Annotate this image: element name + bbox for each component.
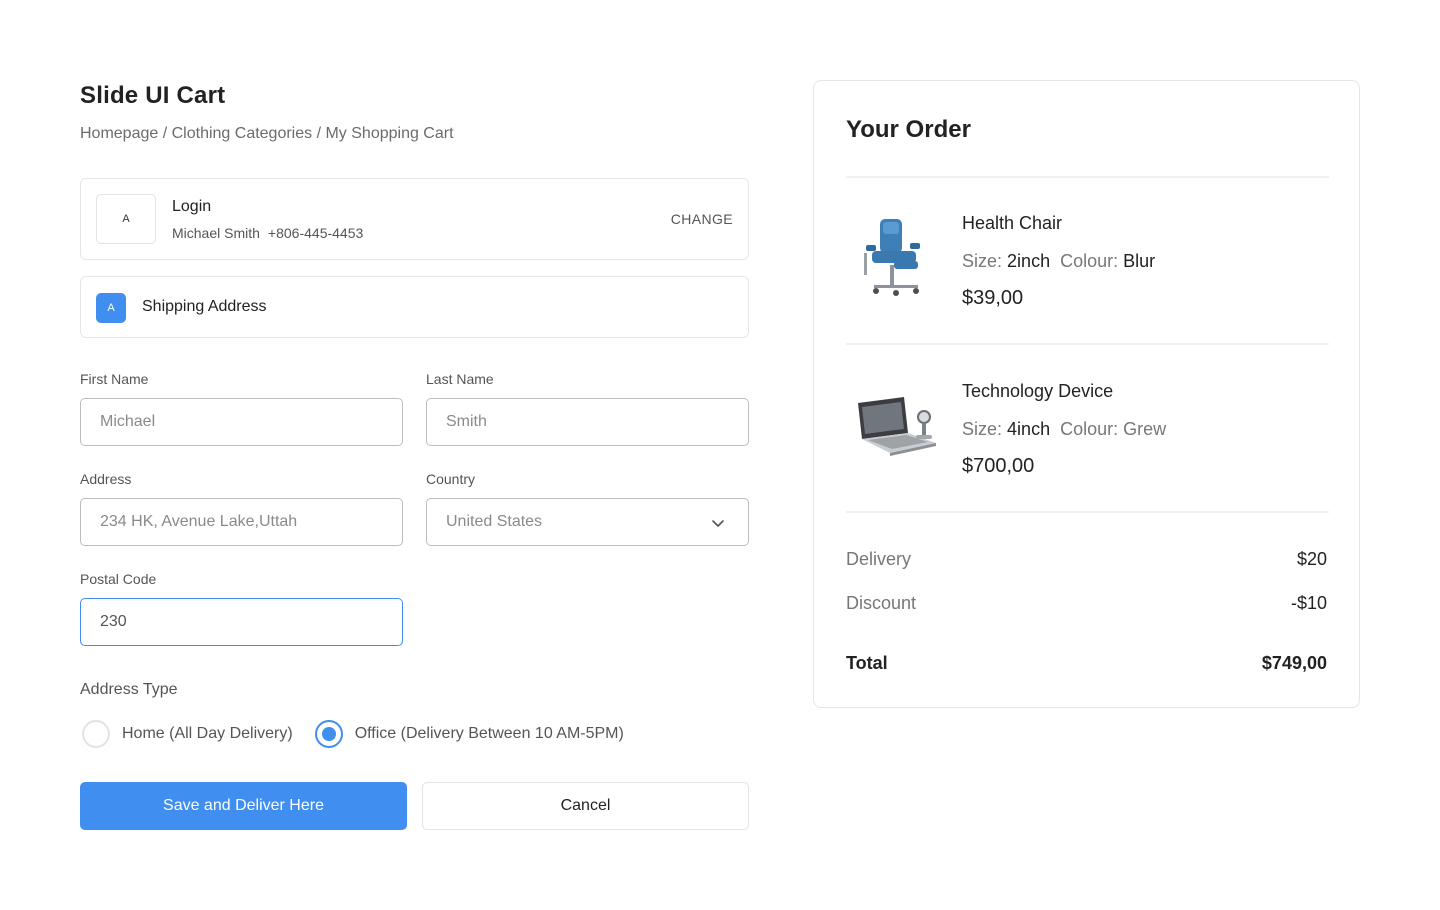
divider — [846, 343, 1329, 345]
breadcrumb: Homepage / Clothing Categories / My Shop… — [80, 125, 454, 142]
shipping-badge: A — [96, 293, 126, 323]
last-name-input[interactable] — [426, 398, 749, 446]
colour-label: Colour: — [1060, 419, 1119, 439]
size-label: Size: — [962, 419, 1003, 439]
size-label: Size: — [962, 251, 1003, 271]
cancel-button[interactable]: Cancel — [422, 782, 749, 830]
item-name: Technology Device — [962, 381, 1114, 401]
login-details: Michael Smith +806-445-4453 — [172, 225, 363, 241]
address-label: Address — [80, 471, 132, 487]
radio-home[interactable] — [82, 720, 110, 748]
first-name-label: First Name — [80, 371, 149, 387]
shipping-title: Shipping Address — [142, 298, 267, 315]
country-label: Country — [426, 471, 476, 487]
total-value: $749,00 — [1261, 653, 1327, 673]
total-label: Total — [846, 653, 888, 673]
page-title: Slide UI Cart — [80, 82, 226, 109]
change-button[interactable]: CHANGE — [671, 211, 733, 227]
country-value: United States — [446, 513, 543, 530]
order-summary-card: Your Order Health Chair Size: 2inch Colo… — [813, 80, 1360, 708]
chair-image — [864, 219, 920, 296]
radio-office[interactable] — [314, 720, 343, 748]
chevron-down-icon — [712, 520, 724, 527]
login-name: Michael Smith — [172, 225, 260, 241]
item-meta: Size: 4inch Colour: Grew — [962, 419, 1166, 440]
order-title: Your Order — [846, 116, 971, 143]
country-select[interactable]: United States — [426, 498, 749, 546]
address-input[interactable] — [80, 498, 403, 546]
device-image — [858, 397, 936, 456]
first-name-input[interactable] — [80, 398, 403, 446]
item-name: Health Chair — [962, 213, 1063, 233]
divider — [846, 511, 1329, 513]
colour-value: Blur — [1123, 251, 1156, 271]
colour-value: Grew — [1123, 419, 1167, 439]
login-title: Login — [172, 198, 212, 215]
shipping-address-card[interactable]: A Shipping Address — [80, 276, 749, 338]
colour-label: Colour: — [1060, 251, 1119, 271]
postal-code-input[interactable] — [80, 598, 403, 646]
item-price: $700,00 — [962, 455, 1035, 477]
last-name-label: Last Name — [426, 371, 494, 387]
login-card: A Login Michael Smith +806-445-4453 CHANG… — [80, 178, 749, 260]
radio-office-label[interactable]: Office (Delivery Between 10 AM-5PM) — [355, 725, 624, 743]
radio-home-label[interactable]: Home (All Day Delivery) — [122, 725, 293, 743]
item-meta: Size: 2inch Colour: Blur — [962, 251, 1155, 272]
size-value: 2inch — [1007, 251, 1051, 271]
address-type-options: Home (All Day Delivery) Office (Delivery… — [80, 720, 624, 748]
item-price: $39,00 — [962, 287, 1024, 309]
size-value: 4inch — [1007, 419, 1051, 439]
divider — [846, 176, 1329, 178]
delivery-value: $20 — [1296, 549, 1327, 569]
save-and-deliver-button[interactable]: Save and Deliver Here — [80, 782, 407, 830]
discount-value: -$10 — [1290, 593, 1327, 613]
postal-code-label: Postal Code — [80, 571, 157, 587]
address-type-label: Address Type — [80, 681, 178, 698]
login-phone: +806-445-4453 — [267, 225, 364, 241]
delivery-label: Delivery — [846, 549, 912, 569]
avatar: A — [96, 194, 156, 244]
discount-label: Discount — [846, 593, 917, 613]
